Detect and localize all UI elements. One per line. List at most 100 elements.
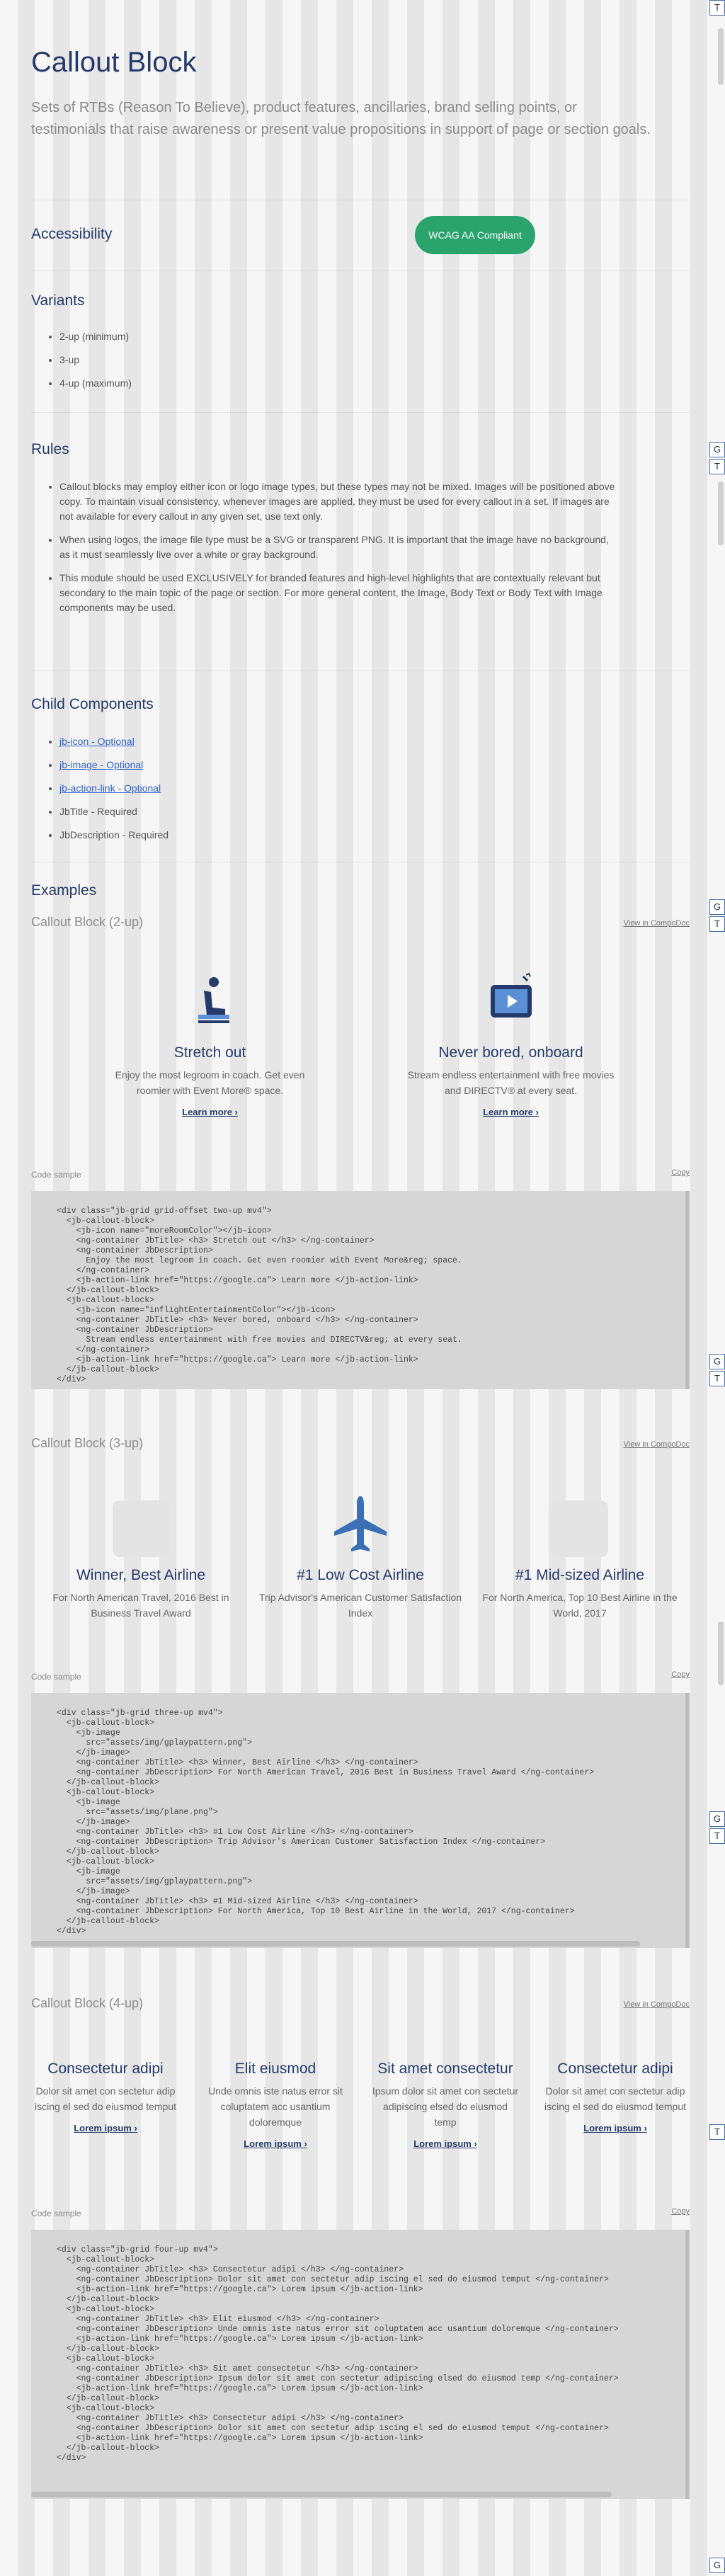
callout-card: Sit amet consectetur Ipsum dolor sit ame… bbox=[371, 2051, 520, 2150]
callout-description: For North America, Top 10 Best Airline i… bbox=[482, 1592, 678, 1619]
callout-cards: Stretch out Enjoy the most legroom in co… bbox=[31, 971, 690, 1119]
example-4up: Callout Block (4-up) View in CompoDoc Co… bbox=[31, 1996, 690, 2499]
scrollbar[interactable] bbox=[718, 481, 724, 545]
callout-description: Stream endless entertainment with free m… bbox=[407, 1069, 615, 1096]
code-sample-4up: <div class="jb-grid four-up mv4"> <jb-ca… bbox=[31, 2230, 690, 2499]
side-toggle-t[interactable]: T bbox=[709, 1371, 725, 1386]
copy-link[interactable]: Copy bbox=[671, 1670, 690, 1679]
pattern-image bbox=[552, 1500, 608, 1557]
callout-title: Never bored, onboard bbox=[438, 1044, 583, 1061]
horizontal-scrollbar[interactable] bbox=[31, 2492, 612, 2497]
side-toggle-t[interactable]: T bbox=[709, 1828, 725, 1844]
code-sample-header: Code sample Copy bbox=[31, 1168, 690, 1181]
variants-list: 2-up (minimum) 3-up 4-up (maximum) bbox=[59, 329, 690, 391]
rules-list: Callout blocks may employ either icon or… bbox=[59, 479, 619, 615]
list-item: 4-up (maximum) bbox=[59, 376, 690, 391]
example-title: Callout Block (2-up) bbox=[31, 915, 144, 929]
side-toggle-g[interactable]: G bbox=[709, 1811, 725, 1827]
list-item: Callout blocks may employ either icon or… bbox=[59, 479, 619, 524]
wcag-badge: WCAG AA Compliant bbox=[415, 216, 535, 254]
view-in-compodoc-link[interactable]: View in CompoDoc bbox=[624, 919, 690, 928]
examples-heading: Examples bbox=[31, 882, 97, 899]
pattern-image bbox=[113, 1500, 169, 1557]
code-sample-label: Code sample bbox=[31, 1672, 81, 1682]
side-toggle-g[interactable]: G bbox=[709, 1354, 725, 1369]
callout-card: Stretch out Enjoy the most legroom in co… bbox=[104, 971, 316, 1119]
callout-cards: Consectetur adipi Dolor sit amet con sec… bbox=[31, 2051, 690, 2150]
code-sample-label: Code sample bbox=[31, 2209, 81, 2218]
variants-section: Variants 2-up (minimum) 3-up 4-up (maxim… bbox=[31, 271, 690, 413]
callout-card: Elit eiusmod Unde omnis iste natus error… bbox=[201, 2051, 350, 2150]
scrollbar[interactable] bbox=[718, 28, 724, 85]
side-toggle-g[interactable]: G bbox=[709, 442, 725, 457]
jb-image-link[interactable]: jb-image - Optional bbox=[59, 759, 143, 770]
variants-heading: Variants bbox=[31, 292, 85, 309]
callout-cards: Winner, Best Airline For North American … bbox=[31, 1496, 690, 1621]
callout-description: For North American Travel, 2016 Best in … bbox=[52, 1592, 229, 1619]
rules-section: Rules Callout blocks may employ either i… bbox=[31, 413, 690, 671]
callout-title: Consectetur adipi bbox=[47, 2061, 164, 2077]
code-sample-label: Code sample bbox=[31, 1170, 81, 1180]
example-3up: Callout Block (3-up) View in CompoDoc Wi… bbox=[31, 1436, 690, 1948]
side-toggle-t[interactable]: T bbox=[709, 0, 725, 16]
callout-description: Dolor sit amet con sectetur adip iscing … bbox=[35, 2085, 176, 2112]
list-item: This module should be used EXCLUSIVELY f… bbox=[59, 571, 619, 615]
learn-more-link[interactable]: Learn more › bbox=[483, 1107, 539, 1117]
callout-card: Consectetur adipi Dolor sit amet con sec… bbox=[31, 2051, 180, 2150]
learn-more-link[interactable]: Learn more › bbox=[182, 1107, 238, 1117]
callout-card: #1 Mid-sized Airline For North America, … bbox=[474, 1500, 686, 1621]
side-toggle-g[interactable]: G bbox=[709, 899, 725, 915]
side-toggle-t[interactable]: T bbox=[709, 2124, 725, 2140]
list-item: 2-up (minimum) bbox=[59, 329, 690, 344]
copy-link[interactable]: Copy bbox=[671, 2207, 690, 2216]
seat-icon bbox=[178, 971, 242, 1035]
page-description: Sets of RTBs (Reason To Believe), produc… bbox=[31, 100, 651, 137]
list-item: JbTitle - Required bbox=[59, 804, 690, 819]
accessibility-heading: Accessibility bbox=[31, 226, 113, 242]
jb-icon-link[interactable]: jb-icon - Optional bbox=[59, 736, 135, 747]
callout-description: Enjoy the most legroom in coach. Get eve… bbox=[115, 1069, 305, 1096]
view-in-compodoc-link[interactable]: View in CompoDoc bbox=[624, 2000, 690, 2009]
side-toggle-t[interactable]: T bbox=[709, 916, 725, 932]
child-components-section: Child Components jb-icon - Optional jb-i… bbox=[31, 671, 690, 862]
code-sample-2up: <div class="jb-grid grid-offset two-up m… bbox=[31, 1191, 690, 1389]
rules-heading: Rules bbox=[31, 441, 69, 457]
lorem-ipsum-link[interactable]: Lorem ipsum › bbox=[74, 2123, 137, 2133]
example-title: Callout Block (3-up) bbox=[31, 1436, 144, 1450]
tv-icon bbox=[479, 971, 543, 1035]
main-content: Callout Block Sets of RTBs (Reason To Be… bbox=[31, 0, 690, 2499]
code-sample-header: Code sample Copy bbox=[31, 1670, 690, 1683]
callout-description: Ipsum dolor sit amet con sectetur adipis… bbox=[372, 2085, 519, 2128]
jb-action-link-link[interactable]: jb-action-link - Optional bbox=[59, 782, 161, 794]
list-item: JbDescription - Required bbox=[59, 828, 690, 843]
example-2up: Callout Block (2-up) View in CompoDoc St… bbox=[31, 915, 690, 1389]
accessibility-section: Accessibility WCAG AA Compliant bbox=[31, 200, 690, 271]
callout-title: Sit amet consectetur bbox=[377, 2061, 513, 2077]
code-sample-3up: <div class="jb-grid three-up mv4"> <jb-c… bbox=[31, 1693, 690, 1948]
example-title: Callout Block (4-up) bbox=[31, 1996, 144, 2010]
callout-card: Winner, Best Airline For North American … bbox=[35, 1500, 247, 1621]
header-section: Callout Block Sets of RTBs (Reason To Be… bbox=[31, 0, 690, 200]
callout-card: #1 Low Cost Airline Trip Advisor's Ameri… bbox=[254, 1496, 467, 1621]
lorem-ipsum-link[interactable]: Lorem ipsum › bbox=[413, 2138, 477, 2149]
scrollbar[interactable] bbox=[718, 1622, 724, 1685]
lorem-ipsum-link[interactable]: Lorem ipsum › bbox=[583, 2123, 647, 2133]
child-components-heading: Child Components bbox=[31, 696, 154, 712]
callout-title: Stretch out bbox=[173, 1044, 246, 1061]
horizontal-scrollbar[interactable] bbox=[31, 1941, 640, 1947]
side-toggle-g[interactable]: G bbox=[709, 2558, 725, 2573]
callout-card: Never bored, onboard Stream endless ente… bbox=[405, 971, 617, 1119]
callout-card: Consectetur adipi Dolor sit amet con sec… bbox=[541, 2051, 690, 2150]
side-toggle-t[interactable]: T bbox=[709, 459, 725, 474]
callout-title: #1 Low Cost Airline bbox=[297, 1567, 424, 1583]
code-sample-header: Code sample Copy bbox=[31, 2207, 690, 2220]
plane-icon bbox=[329, 1496, 392, 1557]
view-in-compodoc-link[interactable]: View in CompoDoc bbox=[624, 1440, 690, 1449]
lorem-ipsum-link[interactable]: Lorem ipsum › bbox=[244, 2138, 307, 2149]
copy-link[interactable]: Copy bbox=[671, 1168, 690, 1177]
callout-title: Winner, Best Airline bbox=[76, 1567, 206, 1583]
callout-title: Elit eiusmod bbox=[234, 2061, 316, 2077]
examples-section: Examples Callout Block (2-up) View in Co… bbox=[31, 862, 690, 2499]
list-item: 3-up bbox=[59, 353, 690, 367]
callout-description: Dolor sit amet con sectetur adip iscing … bbox=[544, 2085, 686, 2112]
